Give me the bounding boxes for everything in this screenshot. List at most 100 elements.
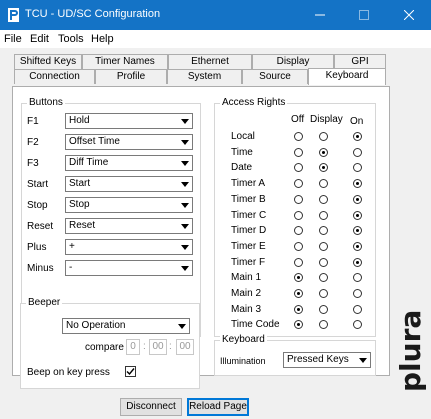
access-radio-off[interactable] xyxy=(294,148,303,157)
tab-connection[interactable]: Connection xyxy=(14,69,95,84)
beeper-mode-value: No Operation xyxy=(66,320,126,331)
access-radio-off[interactable] xyxy=(294,320,303,329)
access-radio-off[interactable] xyxy=(294,163,303,172)
menu-file[interactable]: File xyxy=(4,33,22,45)
minimize-button[interactable] xyxy=(298,0,342,30)
compare-hours[interactable]: 0 xyxy=(126,339,140,355)
access-radio-display[interactable] xyxy=(319,258,328,267)
button-action-select-start[interactable]: Start xyxy=(65,176,193,192)
menu-help[interactable]: Help xyxy=(91,33,114,45)
access-radio-display[interactable] xyxy=(319,179,328,188)
chevron-down-icon xyxy=(177,219,192,233)
tab-shifted-keys[interactable]: Shifted Keys xyxy=(14,54,82,69)
button-label-reset: Reset xyxy=(27,221,54,232)
access-radio-on[interactable] xyxy=(353,179,362,188)
access-row-label: Main 1 xyxy=(231,272,262,283)
access-radio-on[interactable] xyxy=(353,211,362,220)
access-radio-off[interactable] xyxy=(294,305,303,314)
access-radio-off[interactable] xyxy=(294,289,303,298)
illumination-select[interactable]: Pressed Keys xyxy=(283,352,371,368)
menu-edit[interactable]: Edit xyxy=(30,33,49,45)
tab-keyboard[interactable]: Keyboard xyxy=(308,68,386,85)
config-dialog: Shifted Keys Timer Names Ethernet Displa… xyxy=(0,48,431,419)
access-radio-on[interactable] xyxy=(353,195,362,204)
button-label-minus: Minus xyxy=(27,263,54,274)
maximize-button[interactable] xyxy=(342,0,386,30)
access-radio-on[interactable] xyxy=(353,273,362,282)
button-action-select-f2[interactable]: Offset Time xyxy=(65,134,193,150)
beep-on-key-checkbox[interactable] xyxy=(125,366,136,377)
access-row-label: Timer F xyxy=(231,257,266,268)
illumination-value: Pressed Keys xyxy=(287,354,349,365)
close-button[interactable] xyxy=(387,0,431,30)
tab-gpi[interactable]: GPI xyxy=(334,54,386,69)
chevron-down-icon xyxy=(177,240,192,254)
access-radio-off[interactable] xyxy=(294,273,303,282)
access-radio-display[interactable] xyxy=(319,273,328,282)
time-separator: : xyxy=(169,341,172,352)
compare-seconds[interactable]: 00 xyxy=(176,339,194,355)
button-action-select-f1[interactable]: Hold xyxy=(65,113,193,129)
chevron-down-icon xyxy=(177,177,192,191)
access-radio-off[interactable] xyxy=(294,211,303,220)
chevron-down-icon xyxy=(355,353,370,367)
access-radio-display[interactable] xyxy=(319,163,328,172)
maximize-icon xyxy=(359,10,369,20)
button-action-select-reset[interactable]: Reset xyxy=(65,218,193,234)
tab-timer-names[interactable]: Timer Names xyxy=(82,54,168,69)
access-radio-off[interactable] xyxy=(294,242,303,251)
button-label-f2: F2 xyxy=(27,137,39,148)
access-radio-display[interactable] xyxy=(319,242,328,251)
access-radio-on[interactable] xyxy=(353,305,362,314)
access-radio-display[interactable] xyxy=(319,226,328,235)
button-label-start: Start xyxy=(27,179,49,190)
tab-ethernet[interactable]: Ethernet xyxy=(168,54,252,69)
access-radio-on[interactable] xyxy=(353,163,362,172)
access-radio-display[interactable] xyxy=(319,320,328,329)
access-radio-display[interactable] xyxy=(319,195,328,204)
access-row-label: Timer D xyxy=(231,225,267,236)
tab-system[interactable]: System xyxy=(167,69,242,84)
access-radio-on[interactable] xyxy=(353,289,362,298)
compare-minutes[interactable]: 00 xyxy=(149,339,167,355)
access-radio-off[interactable] xyxy=(294,226,303,235)
button-action-select-plus[interactable]: + xyxy=(65,239,193,255)
access-radio-display[interactable] xyxy=(319,148,328,157)
access-radio-off[interactable] xyxy=(294,195,303,204)
tab-display[interactable]: Display xyxy=(252,54,334,69)
checkmark-icon xyxy=(126,368,135,376)
title-bar: TCU - UD/SC Configuration xyxy=(0,0,431,30)
reload-page-button[interactable]: Reload Page xyxy=(187,398,249,416)
access-row-label: Date xyxy=(231,162,253,173)
access-row-label: Main 3 xyxy=(231,304,262,315)
menu-tools[interactable]: Tools xyxy=(58,33,84,45)
button-action-value: Start xyxy=(69,178,91,189)
button-action-select-minus[interactable]: - xyxy=(65,260,193,276)
chevron-down-icon xyxy=(177,156,192,170)
access-radio-display[interactable] xyxy=(319,211,328,220)
tab-source[interactable]: Source xyxy=(242,69,308,84)
buttons-legend: Buttons xyxy=(27,97,65,108)
access-radio-off[interactable] xyxy=(294,258,303,267)
access-row-label: Time xyxy=(231,147,253,158)
access-radio-on[interactable] xyxy=(353,132,362,141)
access-radio-off[interactable] xyxy=(294,179,303,188)
beeper-mode-select[interactable]: No Operation xyxy=(62,318,190,334)
access-radio-on[interactable] xyxy=(353,242,362,251)
button-action-value: Hold xyxy=(69,115,90,126)
disconnect-button[interactable]: Disconnect xyxy=(120,398,182,416)
access-radio-on[interactable] xyxy=(353,226,362,235)
plura-logo: plura xyxy=(394,310,427,392)
access-radio-on[interactable] xyxy=(353,320,362,329)
button-action-select-stop[interactable]: Stop xyxy=(65,197,193,213)
access-radio-display[interactable] xyxy=(319,305,328,314)
access-radio-on[interactable] xyxy=(353,258,362,267)
access-radio-off[interactable] xyxy=(294,132,303,141)
button-action-value: Offset Time xyxy=(69,136,120,147)
access-radio-on[interactable] xyxy=(353,148,362,157)
access-radio-display[interactable] xyxy=(319,289,328,298)
tab-profile[interactable]: Profile xyxy=(95,69,167,84)
access-radio-display[interactable] xyxy=(319,132,328,141)
button-action-select-f3[interactable]: Diff Time xyxy=(65,155,193,171)
beep-on-key-label: Beep on key press xyxy=(27,367,110,378)
